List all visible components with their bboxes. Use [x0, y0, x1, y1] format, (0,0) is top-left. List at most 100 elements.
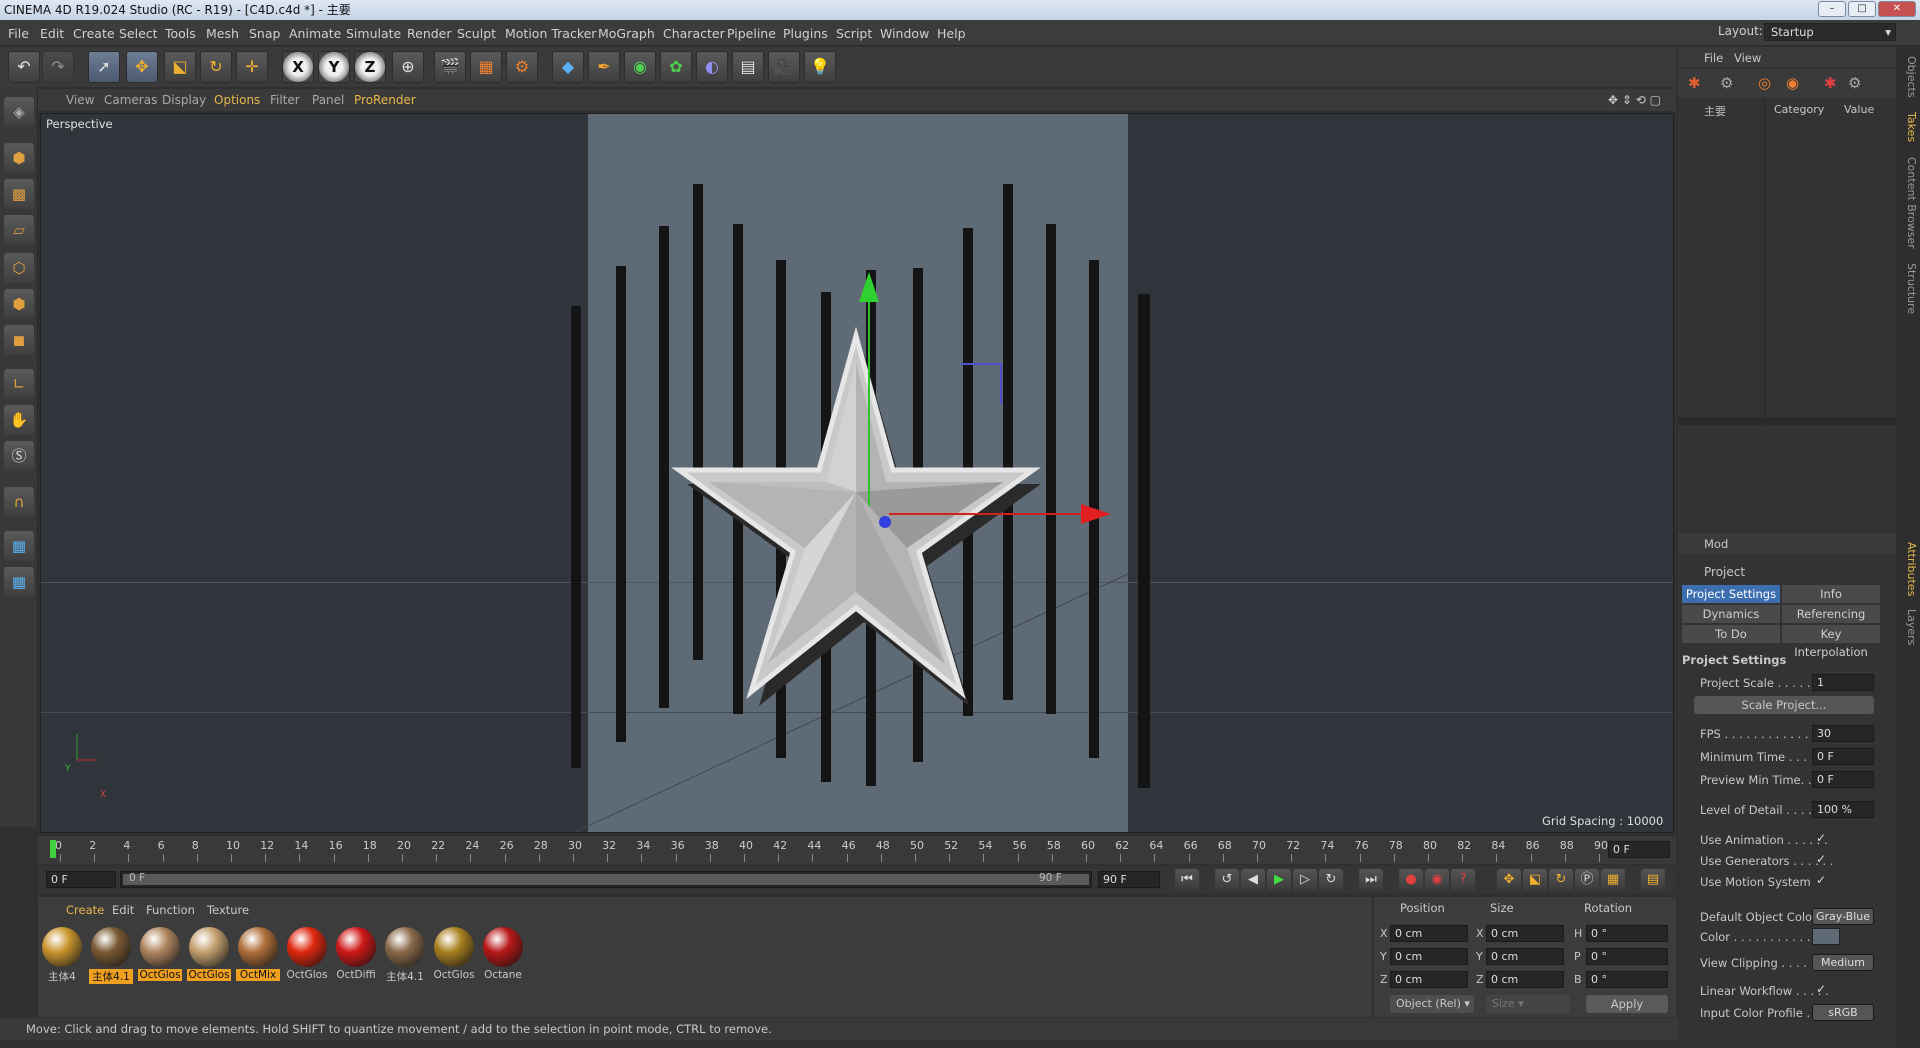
subdivision-icon[interactable]: ◉ [624, 51, 656, 83]
timeline-ruler[interactable]: 0 2 4 6 8 10 12 14 16 18 20 22 24 26 28 30 32 34 36 38 40 42 4… [38, 836, 1608, 864]
objects-list[interactable]: 主要 Category Value [1678, 99, 1896, 427]
tab-objects[interactable]: Objects [1898, 53, 1918, 101]
octane-settings-icon[interactable]: ⚙ [1720, 74, 1733, 92]
tab-dynamics[interactable]: Dynamics [1682, 605, 1780, 623]
axis-mode-icon[interactable]: ∟ [4, 369, 34, 399]
live-selection-icon[interactable]: ➚ [88, 51, 120, 83]
octane-live-viewer-icon[interactable]: ✱ [1688, 74, 1701, 92]
edges-mode-icon[interactable]: ⬢ [4, 289, 34, 319]
menu-select[interactable]: Select [119, 26, 158, 41]
light-icon[interactable]: 💡 [804, 51, 836, 83]
use-animation-checkbox[interactable]: ✓ [1816, 831, 1826, 845]
viewport-menu-panel[interactable]: Panel [312, 93, 344, 107]
material-swatch[interactable]: OctMix [236, 927, 280, 981]
tab-project-settings[interactable]: Project Settings [1682, 585, 1780, 603]
rotate-icon[interactable]: ↻ [200, 51, 232, 83]
rot-h-field[interactable]: 0 ° [1586, 925, 1668, 942]
objects-menu-file[interactable]: File [1704, 51, 1723, 65]
tab-content-browser[interactable]: Content Browser [1898, 153, 1918, 253]
tab-layers[interactable]: Layers [1898, 605, 1918, 649]
apply-button[interactable]: Apply [1586, 995, 1668, 1013]
view-clipping-dropdown[interactable]: Medium [1812, 954, 1874, 971]
menu-snap[interactable]: Snap [249, 26, 280, 41]
scale-project-button[interactable]: Scale Project... [1694, 696, 1874, 714]
scale-icon[interactable]: ⬕ [164, 51, 196, 83]
move-icon[interactable]: ✥ [126, 51, 158, 83]
menu-render[interactable]: Render [407, 26, 452, 41]
viewport-menu-options[interactable]: Options [214, 93, 260, 107]
rot-b-field[interactable]: 0 ° [1586, 971, 1668, 988]
material-menu-create[interactable]: Create [66, 903, 104, 917]
tab-referencing[interactable]: Referencing [1782, 605, 1880, 623]
size-mode-dropdown[interactable]: Size ▾ [1486, 995, 1570, 1013]
menu-animate[interactable]: Animate [289, 26, 341, 41]
tab-info[interactable]: Info [1782, 585, 1880, 603]
menu-help[interactable]: Help [937, 26, 966, 41]
tab-takes[interactable]: Takes [1898, 107, 1918, 147]
fps-field[interactable]: 30 [1812, 725, 1874, 742]
locked-workplane-icon[interactable]: ▦ [4, 567, 34, 597]
material-swatch[interactable]: OctGlos [138, 927, 182, 981]
material-menu-edit[interactable]: Edit [112, 903, 134, 917]
maximize-button[interactable]: □ [1848, 1, 1876, 17]
z-axis-toggle[interactable]: Z [354, 51, 386, 83]
project-scale-field[interactable]: 1 [1812, 674, 1874, 691]
objects-menu-view[interactable]: View [1734, 51, 1761, 65]
next-key-icon[interactable]: ↻ [1319, 869, 1343, 891]
key-rotation-icon[interactable]: ↻ [1549, 869, 1573, 891]
transform-icon[interactable]: ✛ [236, 51, 268, 83]
material-swatch[interactable]: OctGlos [285, 927, 329, 981]
magnet-icon[interactable]: ∩ [4, 487, 34, 517]
timeline[interactable]: 0 2 4 6 8 10 12 14 16 18 20 22 24 26 28 30 32 34 36 38 40 42 4… [38, 836, 1676, 864]
coord-mode-dropdown[interactable]: Object (Rel) ▾ [1390, 995, 1474, 1013]
menu-plugins[interactable]: Plugins [783, 26, 828, 41]
key-scale-icon[interactable]: ⬕ [1523, 869, 1547, 891]
snap-icon[interactable]: Ⓢ [4, 441, 34, 471]
menu-simulate[interactable]: Simulate [346, 26, 401, 41]
pen-icon[interactable]: ✒ [588, 51, 620, 83]
octane-material-icon[interactable]: ◉ [1786, 74, 1799, 92]
floor-icon[interactable]: ▤ [732, 51, 764, 83]
min-time-field[interactable]: 0 F [1812, 748, 1874, 765]
size-x-field[interactable]: 0 cm [1486, 925, 1564, 942]
menu-character[interactable]: Character [663, 26, 725, 41]
go-to-end-icon[interactable]: ⏭ [1359, 869, 1383, 891]
key-position-icon[interactable]: ✥ [1497, 869, 1521, 891]
texture-mode-icon[interactable]: ▩ [4, 179, 34, 209]
start-frame-field[interactable]: 0 F [46, 871, 116, 888]
tab-attributes[interactable]: Attributes [1898, 537, 1918, 601]
octane-render-icon[interactable]: ✱ [1824, 74, 1837, 92]
workplane-grid-icon[interactable]: ▦ [4, 531, 34, 561]
attributes-mode-menu[interactable]: Mod [1704, 537, 1728, 551]
material-swatch[interactable]: OctGlos [432, 927, 476, 981]
horizontal-scrollbar[interactable] [1678, 417, 1896, 425]
size-z-field[interactable]: 0 cm [1486, 971, 1564, 988]
render-view-icon[interactable]: 🎬 [434, 51, 466, 83]
tweak-mode-icon[interactable]: ✋ [4, 405, 34, 435]
viewport-menu-view[interactable]: View [66, 93, 94, 107]
menu-mograph[interactable]: MoGraph [598, 26, 655, 41]
pos-y-field[interactable]: 0 cm [1390, 948, 1468, 965]
model-mode-icon[interactable]: ⬢ [4, 143, 34, 173]
viewport-menu-filter[interactable]: Filter [270, 93, 300, 107]
make-editable-icon[interactable]: ◈ [4, 97, 34, 127]
x-axis-toggle[interactable]: X [282, 51, 314, 83]
autokey-icon[interactable]: ◉ [1425, 869, 1449, 891]
viewport-menu-display[interactable]: Display [162, 93, 206, 107]
menu-mesh[interactable]: Mesh [206, 26, 239, 41]
rot-p-field[interactable]: 0 ° [1586, 948, 1668, 965]
tab-to-do[interactable]: To Do [1682, 625, 1780, 643]
range-slider-handle[interactable] [123, 874, 1089, 885]
lod-field[interactable]: 100 % [1812, 801, 1874, 818]
tab-structure[interactable]: Structure [1898, 259, 1918, 319]
render-to-picture-viewer-icon[interactable]: ▦ [470, 51, 502, 83]
menu-edit[interactable]: Edit [40, 26, 64, 41]
octane-tools-icon[interactable]: ⚙ [1848, 74, 1861, 92]
keyframe-selection-icon[interactable]: ? [1451, 869, 1475, 891]
current-frame-field[interactable]: 0 F [1608, 841, 1670, 858]
color-swatch[interactable] [1812, 928, 1840, 945]
material-swatch[interactable]: OctDiffi [334, 927, 378, 981]
menu-window[interactable]: Window [880, 26, 929, 41]
timeline-window-icon[interactable]: ▤ [1641, 869, 1665, 891]
input-color-profile-dropdown[interactable]: sRGB [1812, 1004, 1874, 1021]
